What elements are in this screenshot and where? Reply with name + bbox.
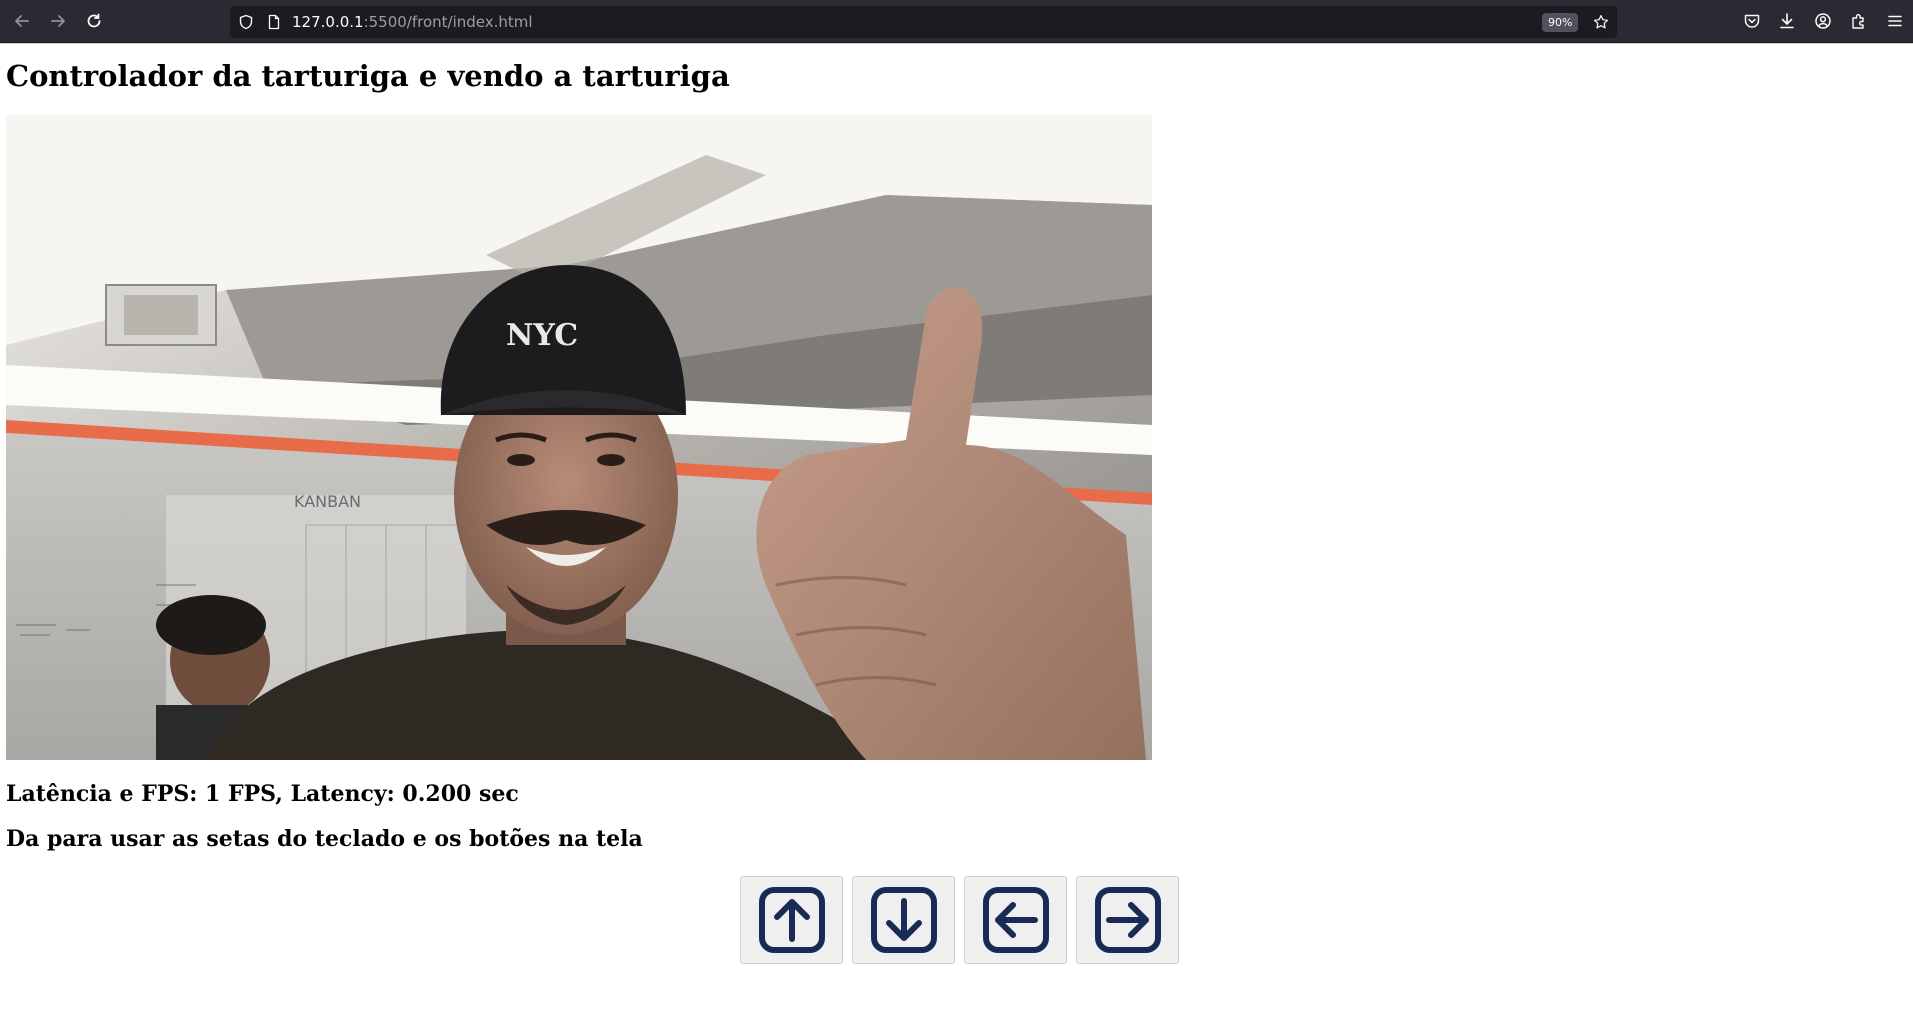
video-feed: KANBAN NYC [6,115,1152,760]
menu-button[interactable] [1881,7,1909,35]
move-right-button[interactable] [1076,876,1179,964]
pocket-icon [1744,14,1760,28]
downloads-button[interactable] [1773,7,1801,35]
reload-button[interactable] [80,7,108,35]
account-icon [1815,13,1831,29]
zoom-indicator[interactable]: 90% [1542,13,1579,32]
page-title: Controlador da tarturiga e vendo a tartu… [6,59,730,93]
move-up-button[interactable] [740,876,843,964]
forward-icon [51,15,65,27]
cap-text: NYC [506,318,578,353]
url-host: 127.0.0.1 [292,13,364,31]
account-button[interactable] [1809,7,1837,35]
reload-icon [87,13,101,28]
move-left-button[interactable] [964,876,1067,964]
url-path: :5500/front/index.html [363,13,533,31]
download-icon [1780,13,1794,29]
shield-icon[interactable] [238,14,254,30]
latency-fps-text: Latência e FPS: 1 FPS, Latency: 0.200 se… [6,781,519,807]
star-icon[interactable] [1593,14,1609,30]
arrow-right-icon [1094,887,1161,953]
forward-button[interactable] [44,7,72,35]
pocket-button[interactable] [1738,7,1766,35]
back-button[interactable] [8,7,36,35]
arrow-down-icon [870,887,937,953]
back-icon [15,15,29,27]
browser-toolbar: 127.0.0.1:5500/front/index.html 90% [0,0,1913,43]
extensions-button[interactable] [1845,7,1873,35]
direction-controls [740,876,1179,964]
url-text[interactable]: 127.0.0.1:5500/front/index.html [292,13,533,31]
menu-icon [1888,15,1902,27]
whiteboard-label: KANBAN [294,492,361,511]
extensions-icon [1852,14,1864,29]
page-content: Controlador da tarturiga e vendo a tartu… [0,44,1913,1009]
arrow-left-icon [982,887,1049,953]
instructions-text: Da para usar as setas do teclado e os bo… [6,826,643,852]
webcam-frame: KANBAN NYC [6,115,1152,760]
move-down-button[interactable] [852,876,955,964]
url-bar[interactable]: 127.0.0.1:5500/front/index.html 90% [230,6,1617,38]
arrow-up-icon [758,887,825,953]
page-icon[interactable] [266,14,282,30]
